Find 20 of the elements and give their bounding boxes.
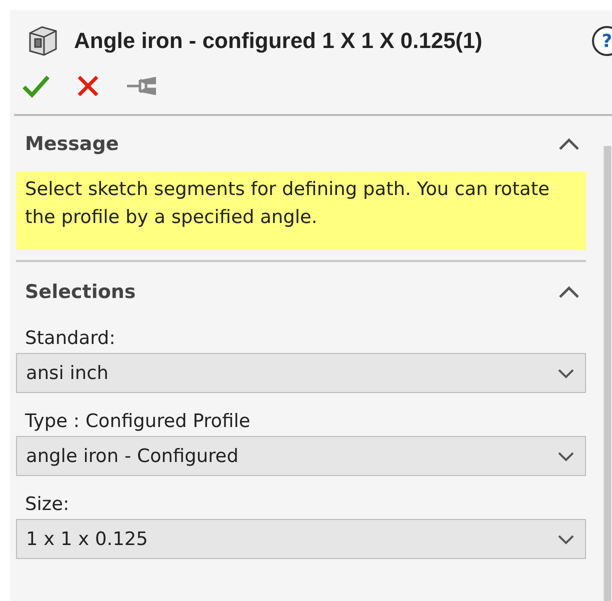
dropdown-caret-icon [557,450,575,462]
scrollbar[interactable] [603,146,612,601]
pin-icon[interactable] [126,74,156,98]
ok-icon[interactable] [22,74,50,98]
message-text: Select sketch segments for defining path. You can rotate the profile by a specified angle. [16,172,586,250]
dropdown[interactable]: ansi inch [16,353,586,393]
dropdown-caret-icon [557,367,575,379]
help-button[interactable]: ? [592,26,612,56]
section-title: Message [25,133,119,155]
dropdown[interactable]: 1 x 1 x 0.125 [16,519,586,559]
field-label: Size: [24,493,70,517]
collapse-icon[interactable] [558,285,580,299]
dropdown-caret-icon [557,533,575,545]
field-label: Standard: [24,327,116,351]
dropdown[interactable]: angle iron - Configured [16,436,586,476]
field-label: Type : Configured Profile [24,410,252,434]
section-title: Selections [25,281,136,303]
window-title: Angle iron - configured 1 X 1 X 0.125(1) [74,28,484,54]
collapse-icon[interactable] [558,137,580,151]
close-icon[interactable] [76,74,100,98]
